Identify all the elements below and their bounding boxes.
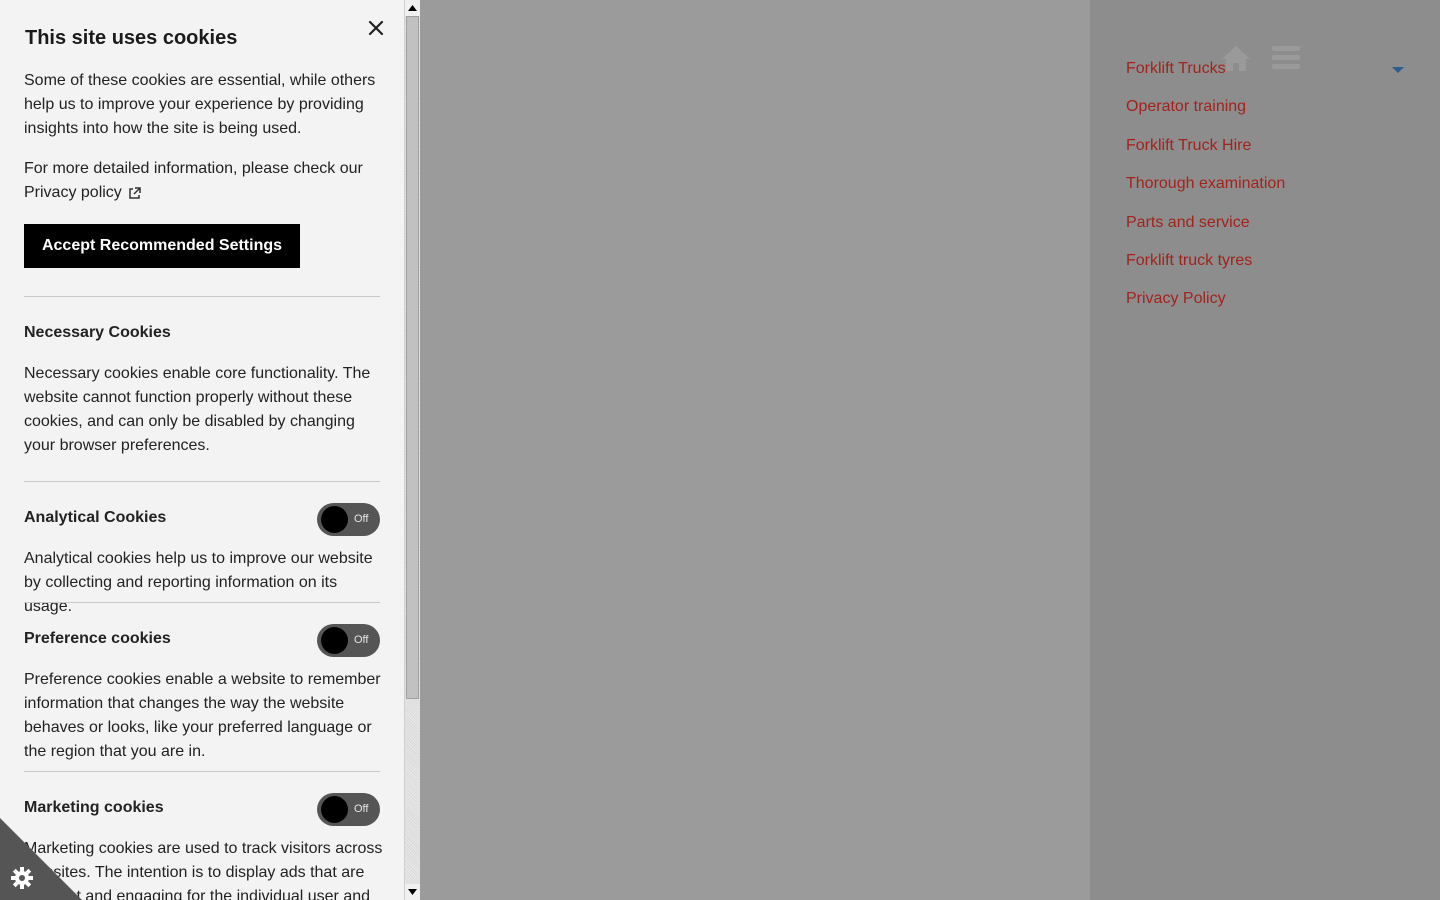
toggle-knob <box>321 627 348 654</box>
right-sidebar: Forklift Trucks Operator training Forkli… <box>1090 0 1440 900</box>
necessary-cookies-text: Necessary cookies enable core functional… <box>24 365 371 454</box>
external-link-icon <box>129 187 141 199</box>
toggle-state-label: Off <box>354 803 369 815</box>
divider <box>24 481 380 482</box>
cookie-intro-text: Some of these cookies are essential, whi… <box>24 72 376 137</box>
sidebar-nav: Forklift Trucks Operator training Forkli… <box>1126 58 1285 327</box>
gear-icon[interactable] <box>10 866 34 890</box>
analytical-cookies-title: Analytical Cookies <box>24 509 167 526</box>
scroll-down-arrow-icon[interactable] <box>405 884 420 900</box>
divider <box>24 296 380 297</box>
preference-cookies-toggle[interactable]: Off <box>317 624 380 657</box>
marketing-cookies-title: Marketing cookies <box>24 799 164 816</box>
nav-item: Privacy Policy <box>1126 288 1285 326</box>
nav-link-thorough-examination[interactable]: Thorough examination <box>1126 175 1285 192</box>
more-info-text: For more detailed information, please ch… <box>24 157 384 205</box>
nav-link-privacy-policy[interactable]: Privacy Policy <box>1126 290 1226 307</box>
toggle-knob <box>321 506 348 533</box>
toggle-state-label: Off <box>354 513 369 525</box>
caret-down-icon[interactable] <box>1391 66 1405 74</box>
nav-item: Forklift Trucks <box>1126 58 1285 96</box>
necessary-cookies-title: Necessary Cookies <box>24 324 171 341</box>
more-info-prefix: For more detailed information, please ch… <box>24 160 363 177</box>
nav-item: Operator training <box>1126 96 1285 134</box>
nav-link-parts-and-service[interactable]: Parts and service <box>1126 214 1250 231</box>
nav-item: Parts and service <box>1126 212 1285 250</box>
cookie-consent-panel: This site uses cookies Some of these coo… <box>0 0 404 900</box>
nav-item: Thorough examination <box>1126 173 1285 211</box>
scroll-up-arrow-icon[interactable] <box>405 0 420 16</box>
nav-item: Forklift truck tyres <box>1126 250 1285 288</box>
analytical-cookies-toggle[interactable]: Off <box>317 503 380 536</box>
nav-link-operator-training[interactable]: Operator training <box>1126 98 1246 115</box>
divider <box>24 602 380 603</box>
nav-link-forklift-truck-tyres[interactable]: Forklift truck tyres <box>1126 252 1252 269</box>
close-icon[interactable] <box>367 19 385 37</box>
nav-link-forklift-truck-hire[interactable]: Forklift Truck Hire <box>1126 137 1251 154</box>
cookie-panel-title: This site uses cookies <box>25 27 238 49</box>
preference-cookies-title: Preference cookies <box>24 630 171 647</box>
nav-link-forklift-trucks[interactable]: Forklift Trucks <box>1126 60 1226 77</box>
divider <box>24 771 380 772</box>
privacy-policy-link[interactable]: Privacy policy <box>24 184 122 201</box>
toggle-knob <box>321 796 348 823</box>
nav-item: Forklift Truck Hire <box>1126 135 1285 173</box>
scrollbar-thumb[interactable] <box>406 16 419 699</box>
analytical-cookies-text: Analytical cookies help us to improve ou… <box>24 550 373 615</box>
toggle-state-label: Off <box>354 634 369 646</box>
accept-recommended-button[interactable]: Accept Recommended Settings <box>24 224 300 268</box>
marketing-cookies-toggle[interactable]: Off <box>317 793 380 826</box>
cookie-panel-scrollbar[interactable] <box>404 0 420 900</box>
preference-cookies-text: Preference cookies enable a website to r… <box>24 671 381 760</box>
